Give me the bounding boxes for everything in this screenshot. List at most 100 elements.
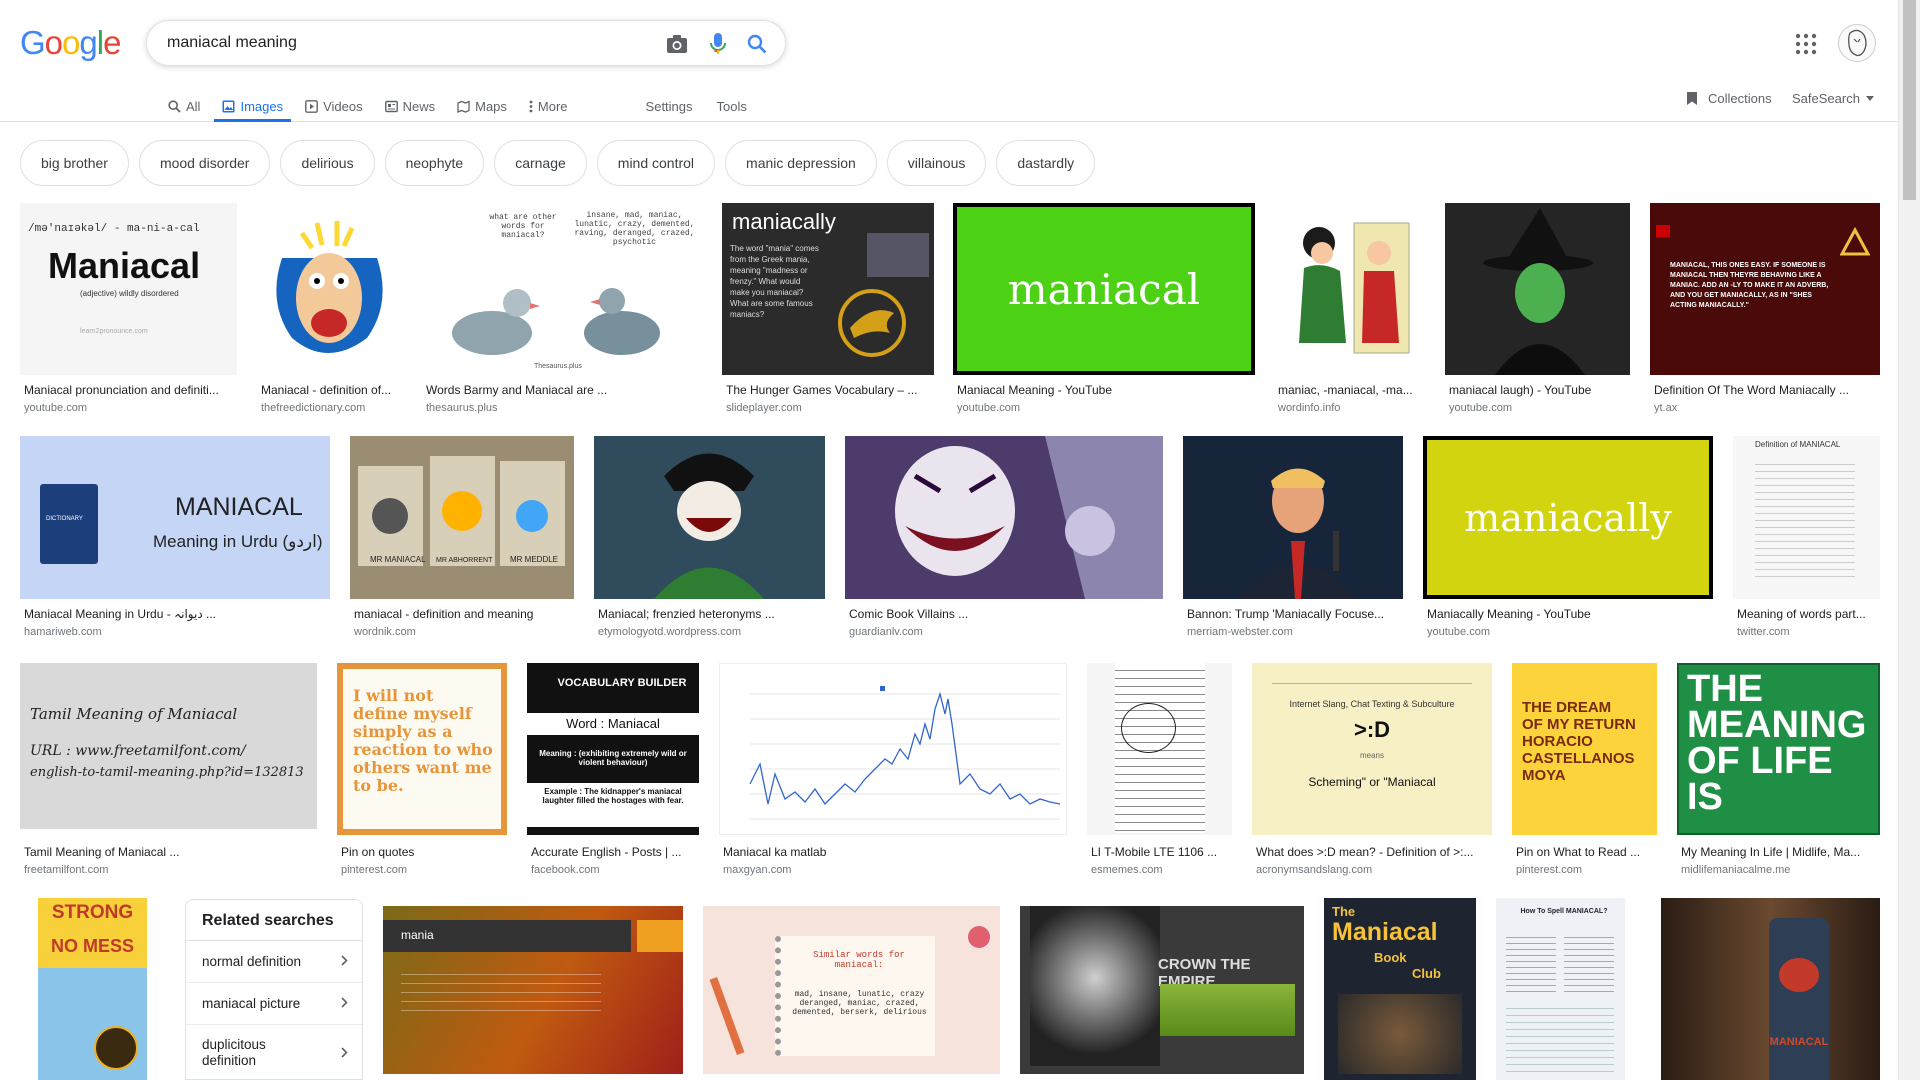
- related-search-item[interactable]: normal definition: [186, 941, 362, 983]
- result-thumbnail[interactable]: CROWN THE EMPIRE: [1020, 906, 1304, 1074]
- result-title[interactable]: Definition Of The Word Maniacally ...: [1654, 383, 1879, 397]
- result-title[interactable]: Comic Book Villains ...: [849, 607, 1162, 621]
- result-source[interactable]: yt.ax: [1654, 402, 1879, 414]
- result-source[interactable]: hamariweb.com: [24, 626, 329, 638]
- google-logo[interactable]: Google: [20, 24, 121, 62]
- result-source[interactable]: esmemes.com: [1091, 864, 1231, 876]
- chip-manic-depression[interactable]: manic depression: [725, 140, 877, 186]
- collections-link[interactable]: Collections: [1686, 90, 1772, 106]
- result-thumbnail[interactable]: [719, 663, 1067, 835]
- related-search-item[interactable]: maniacal picture: [186, 983, 362, 1025]
- result-title[interactable]: The Hunger Games Vocabulary – ...: [726, 383, 933, 397]
- result-source[interactable]: thesaurus.plus: [426, 402, 702, 414]
- result-title[interactable]: Maniacal pronunciation and definiti...: [24, 383, 236, 397]
- result-thumbnail[interactable]: [1087, 663, 1232, 835]
- result-thumbnail[interactable]: /mə'naɪəkəl/ - ma-ni-a-cal Maniacal (adj…: [20, 203, 237, 375]
- result-source[interactable]: freetamilfont.com: [24, 864, 316, 876]
- search-box[interactable]: maniacal meaning: [146, 20, 786, 66]
- result-source[interactable]: pinterest.com: [341, 864, 506, 876]
- apps-grid-icon[interactable]: [1794, 32, 1818, 56]
- result-thumbnail[interactable]: [845, 436, 1163, 599]
- tab-more[interactable]: More: [527, 90, 570, 122]
- result-thumbnail[interactable]: maniacally The word "mania" comes from t…: [722, 203, 934, 375]
- result-source[interactable]: twitter.com: [1737, 626, 1879, 638]
- search-input[interactable]: maniacal meaning: [167, 34, 297, 52]
- result-thumbnail[interactable]: THE MEANING OF LIFE IS: [1677, 663, 1880, 835]
- result-title[interactable]: Maniacal Meaning - YouTube: [957, 383, 1254, 397]
- result-thumbnail[interactable]: THE DREAM OF MY RETURN HORACIO CASTELLAN…: [1512, 663, 1657, 835]
- result-title[interactable]: My Meaning In Life | Midlife, Ma...: [1681, 845, 1879, 859]
- result-title[interactable]: Maniacal - definition of...: [261, 383, 401, 397]
- scrollbar-thumb[interactable]: [1903, 0, 1916, 200]
- account-avatar[interactable]: [1838, 24, 1876, 62]
- result-thumbnail[interactable]: Tamil Meaning of Maniacal URL : www.free…: [20, 663, 317, 829]
- tab-news[interactable]: News: [383, 90, 438, 122]
- result-source[interactable]: slideplayer.com: [726, 402, 933, 414]
- result-title[interactable]: LI T-Mobile LTE 1106 ...: [1091, 845, 1231, 859]
- result-title[interactable]: maniacal laugh) - YouTube: [1449, 383, 1629, 397]
- tab-images[interactable]: Images: [214, 90, 291, 122]
- result-source[interactable]: midlifemaniacalme.me: [1681, 864, 1879, 876]
- result-source[interactable]: maxgyan.com: [723, 864, 1066, 876]
- result-title[interactable]: Maniacally Meaning - YouTube: [1427, 607, 1712, 621]
- result-thumbnail[interactable]: MANIACAL: [1661, 898, 1880, 1080]
- result-thumbnail[interactable]: Similar words for maniacal: mad, insane,…: [703, 906, 1000, 1074]
- result-source[interactable]: youtube.com: [1427, 626, 1712, 638]
- result-title[interactable]: maniac, -maniacal, -ma...: [1278, 383, 1424, 397]
- chip-carnage[interactable]: carnage: [494, 140, 587, 186]
- search-icon[interactable]: [745, 32, 769, 56]
- result-title[interactable]: Meaning of words part...: [1737, 607, 1879, 621]
- result-thumbnail[interactable]: MANIACAL, THIS ONES EASY. IF SOMEONE IS …: [1650, 203, 1880, 375]
- result-thumbnail[interactable]: DICTIONARY MANIACAL Meaning in Urdu (ارد…: [20, 436, 330, 599]
- chip-neophyte[interactable]: neophyte: [384, 140, 485, 186]
- result-source[interactable]: guardianlv.com: [849, 626, 1162, 638]
- chip-villainous[interactable]: villainous: [886, 140, 987, 186]
- result-thumbnail[interactable]: I will not define myself simply as a rea…: [337, 663, 507, 835]
- result-thumbnail[interactable]: [1274, 203, 1425, 375]
- result-title[interactable]: What does >:D mean? - Definition of >:..…: [1256, 845, 1491, 859]
- chip-dastardly[interactable]: dastardly: [996, 140, 1096, 186]
- chip-delirious[interactable]: delirious: [280, 140, 375, 186]
- result-title[interactable]: Bannon: Trump 'Maniacally Focuse...: [1187, 607, 1402, 621]
- result-title[interactable]: Pin on quotes: [341, 845, 506, 859]
- result-thumbnail[interactable]: mania: [383, 906, 683, 1074]
- result-thumbnail[interactable]: [1445, 203, 1630, 375]
- result-source[interactable]: etymologyotd.wordpress.com: [598, 626, 824, 638]
- chip-mood-disorder[interactable]: mood disorder: [138, 140, 271, 186]
- result-thumbnail[interactable]: [257, 203, 402, 375]
- chip-big-brother[interactable]: big brother: [20, 140, 129, 186]
- result-source[interactable]: pinterest.com: [1516, 864, 1656, 876]
- result-source[interactable]: wordinfo.info: [1278, 402, 1424, 414]
- mic-icon[interactable]: [706, 32, 730, 56]
- tab-videos[interactable]: Videos: [303, 90, 365, 122]
- result-thumbnail[interactable]: STRONG NO MESS: [38, 898, 147, 1080]
- tab-maps[interactable]: Maps: [455, 90, 509, 122]
- result-thumbnail[interactable]: what are other words for maniacal? insan…: [422, 203, 703, 375]
- related-search-item[interactable]: duplicitous definition: [186, 1025, 362, 1080]
- camera-icon[interactable]: [665, 32, 689, 56]
- result-title[interactable]: Maniacal Meaning in Urdu - دیوانہ ...: [24, 607, 329, 621]
- vertical-scrollbar[interactable]: [1898, 0, 1920, 1080]
- result-thumbnail[interactable]: MR MANIACAL MR ABHORRENT MR MEDDLE: [350, 436, 574, 599]
- result-title[interactable]: Accurate English - Posts | ...: [531, 845, 698, 859]
- result-source[interactable]: merriam-webster.com: [1187, 626, 1402, 638]
- result-thumbnail[interactable]: Internet Slang, Chat Texting & Subcultur…: [1252, 663, 1492, 835]
- result-source[interactable]: acronymsandslang.com: [1256, 864, 1491, 876]
- result-thumbnail[interactable]: The Maniacal Book Club: [1324, 898, 1476, 1080]
- result-thumbnail[interactable]: [594, 436, 825, 599]
- result-thumbnail[interactable]: maniacal: [953, 203, 1255, 375]
- chip-mind-control[interactable]: mind control: [596, 140, 716, 186]
- result-thumbnail[interactable]: [1183, 436, 1403, 599]
- result-source[interactable]: facebook.com: [531, 864, 698, 876]
- result-source[interactable]: youtube.com: [957, 402, 1254, 414]
- tools-link[interactable]: Tools: [715, 90, 749, 122]
- result-title[interactable]: Tamil Meaning of Maniacal ...: [24, 845, 316, 859]
- safesearch-dropdown[interactable]: SafeSearch: [1792, 90, 1874, 106]
- result-thumbnail[interactable]: maniacally: [1423, 436, 1713, 599]
- result-title[interactable]: Maniacal ka matlab: [723, 845, 1066, 859]
- settings-link[interactable]: Settings: [644, 90, 695, 122]
- tab-all[interactable]: All: [166, 90, 202, 122]
- result-thumbnail[interactable]: How To Spell MANIACAL?: [1496, 898, 1625, 1080]
- result-source[interactable]: youtube.com: [1449, 402, 1629, 414]
- result-title[interactable]: Maniacal; frenzied heteronyms ...: [598, 607, 824, 621]
